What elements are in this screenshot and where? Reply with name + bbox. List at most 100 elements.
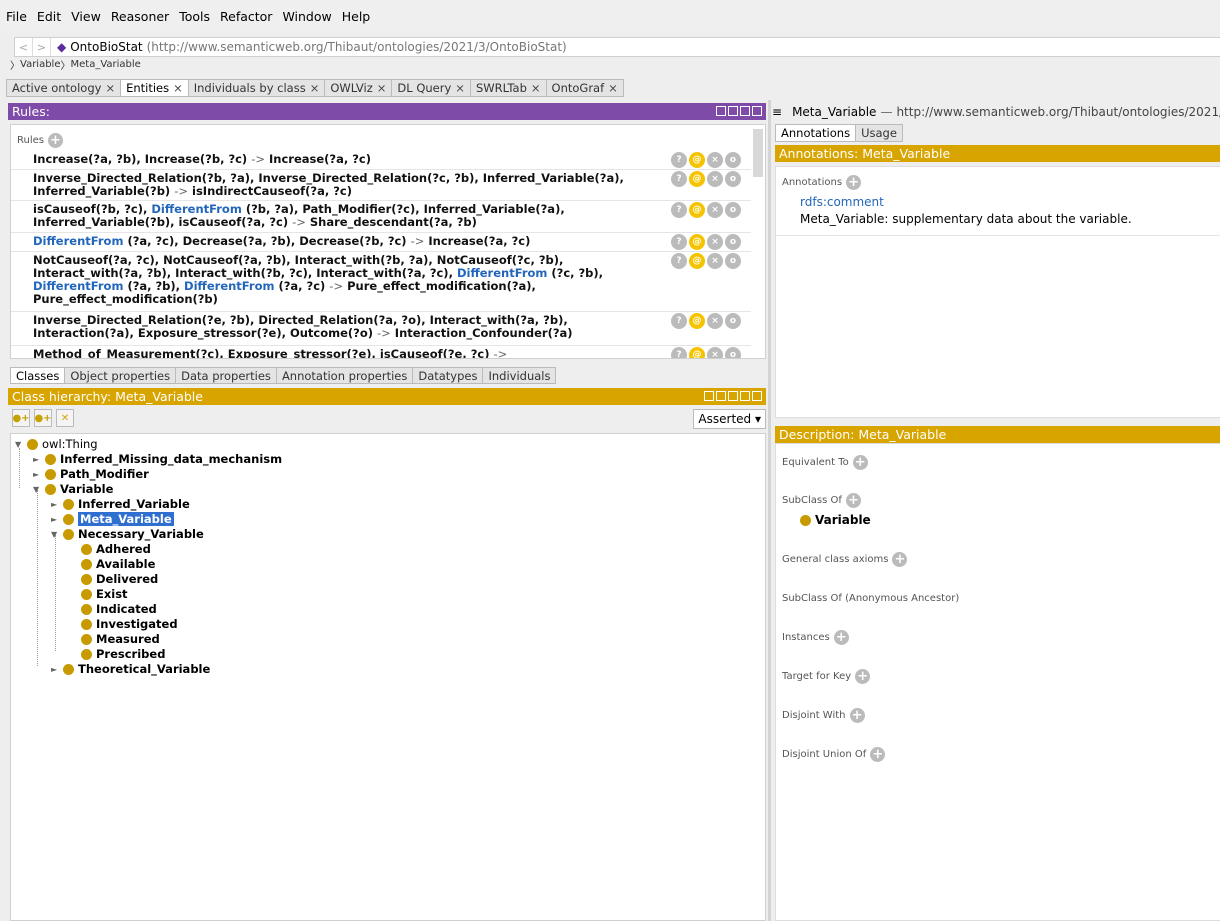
swrl-rule[interactable]: Method_of_Measurement(?c), Exposure_stre… <box>33 348 673 359</box>
tree-node[interactable]: Investigated <box>69 617 178 631</box>
tree-node[interactable]: ► Inferred_Missing_data_mechanism <box>33 452 282 466</box>
rule-help-icon[interactable]: ? <box>671 347 687 358</box>
swrl-rule[interactable]: DifferentFrom (?a, ?c), Decrease(?a, ?b)… <box>33 235 673 248</box>
panel-window-controls[interactable] <box>716 106 762 116</box>
tab-annotations[interactable]: Annotations <box>775 124 856 142</box>
expand-icon[interactable]: ► <box>33 455 45 464</box>
tree-node[interactable]: Exist <box>69 587 128 601</box>
rule-annotate-icon[interactable]: @ <box>689 171 705 187</box>
forward-button[interactable]: > <box>33 38 51 56</box>
rule-delete-icon[interactable]: × <box>707 202 723 218</box>
rule-edit-icon[interactable]: o <box>725 347 741 358</box>
rule-edit-icon[interactable]: o <box>725 234 741 250</box>
rule-help-icon[interactable]: ? <box>671 202 687 218</box>
tree-node[interactable]: Measured <box>69 632 160 646</box>
expand-icon[interactable]: ► <box>33 470 45 479</box>
add-disjoint-union-icon[interactable]: + <box>870 747 886 762</box>
expand-icon[interactable]: ► <box>51 515 63 524</box>
menu-item-view[interactable]: View <box>71 9 101 24</box>
add-disjoint-icon[interactable]: + <box>849 708 865 723</box>
tree-node[interactable]: Prescribed <box>69 647 165 661</box>
menu-item-edit[interactable]: Edit <box>37 9 61 24</box>
rule-help-icon[interactable]: ? <box>671 171 687 187</box>
rule-annotate-icon[interactable]: @ <box>689 202 705 218</box>
tree-node[interactable]: ► Theoretical_Variable <box>51 662 210 676</box>
rule-edit-icon[interactable]: o <box>725 152 741 168</box>
expand-icon[interactable]: ► <box>51 665 63 674</box>
annotation-property[interactable]: rdfs:comment <box>800 195 884 209</box>
tab-annotation-properties[interactable]: Annotation properties <box>275 367 413 384</box>
tab-datatypes[interactable]: Datatypes <box>412 367 483 384</box>
swrl-rule[interactable]: isCauseof(?b, ?c), DifferentFrom (?b, ?a… <box>33 203 673 229</box>
swrl-rule[interactable]: Inverse_Directed_Relation(?b, ?a), Inver… <box>33 172 673 198</box>
rule-annotate-icon[interactable]: @ <box>689 234 705 250</box>
tab-object-properties[interactable]: Object properties <box>64 367 176 384</box>
rule-help-icon[interactable]: ? <box>671 313 687 329</box>
tab-entities[interactable]: Entities × <box>120 79 188 97</box>
rule-delete-icon[interactable]: × <box>707 171 723 187</box>
add-instance-icon[interactable]: + <box>833 630 849 645</box>
expand-icon[interactable]: ► <box>51 500 63 509</box>
swrl-rule[interactable]: Increase(?a, ?b), Increase(?b, ?c) -> In… <box>33 153 673 166</box>
rule-delete-icon[interactable]: × <box>707 313 723 329</box>
close-tab-icon[interactable]: × <box>173 81 183 95</box>
rule-delete-icon[interactable]: × <box>707 253 723 269</box>
rule-delete-icon[interactable]: × <box>707 152 723 168</box>
swrl-rule[interactable]: Inverse_Directed_Relation(?e, ?b), Direc… <box>33 314 673 340</box>
split-pane-divider[interactable] <box>768 100 771 921</box>
subclass-of-value[interactable]: Variable <box>800 513 871 527</box>
close-tab-icon[interactable]: × <box>105 81 115 95</box>
close-tab-icon[interactable]: × <box>531 81 541 95</box>
rule-help-icon[interactable]: ? <box>671 152 687 168</box>
add-axiom-icon[interactable]: + <box>892 552 908 567</box>
tree-node[interactable]: ▼ Necessary_Variable <box>51 527 204 541</box>
rule-annotate-icon[interactable]: @ <box>689 313 705 329</box>
close-tab-icon[interactable]: × <box>608 81 618 95</box>
collapse-icon[interactable]: ▼ <box>15 440 27 449</box>
add-equivalent-icon[interactable]: + <box>852 455 868 470</box>
tab-owlviz[interactable]: OWLViz × <box>324 79 392 97</box>
rule-annotate-icon[interactable]: @ <box>689 253 705 269</box>
tree-node[interactable]: Delivered <box>69 572 158 586</box>
panel-window-controls[interactable] <box>704 391 762 401</box>
rule-edit-icon[interactable]: o <box>725 171 741 187</box>
tab-individuals-by-class[interactable]: Individuals by class × <box>187 79 325 97</box>
menu-item-help[interactable]: Help <box>342 9 371 24</box>
back-button[interactable]: < <box>15 38 33 56</box>
tree-node[interactable]: Adhered <box>69 542 151 556</box>
collapse-icon[interactable]: ▼ <box>33 485 45 494</box>
add-sibling-class-icon[interactable]: ●+ <box>34 409 52 427</box>
hierarchy-mode-select[interactable]: Asserted ▾ <box>693 409 766 429</box>
rule-edit-icon[interactable]: o <box>725 253 741 269</box>
rule-annotate-icon[interactable]: @ <box>689 152 705 168</box>
add-key-icon[interactable]: + <box>855 669 871 684</box>
tab-usage[interactable]: Usage <box>855 124 903 142</box>
hamburger-menu-icon[interactable]: ≡ <box>772 105 782 119</box>
rule-annotate-icon[interactable]: @ <box>689 347 705 358</box>
add-subclass-icon[interactable]: ●+ <box>12 409 30 427</box>
add-rule-icon[interactable]: + <box>47 133 63 148</box>
tab-data-properties[interactable]: Data properties <box>175 367 276 384</box>
rules-scrollbar[interactable] <box>753 129 763 177</box>
tree-node[interactable]: Available <box>69 557 155 571</box>
collapse-icon[interactable]: ▼ <box>51 530 63 539</box>
tree-node[interactable]: ► Inferred_Variable <box>51 497 190 511</box>
breadcrumb-item[interactable]: Variable <box>20 59 61 70</box>
tab-individuals[interactable]: Individuals <box>482 367 557 384</box>
rule-edit-icon[interactable]: o <box>725 202 741 218</box>
close-tab-icon[interactable]: × <box>455 81 465 95</box>
tab-dl-query[interactable]: DL Query × <box>391 79 470 97</box>
tree-node[interactable]: Indicated <box>69 602 157 616</box>
menu-item-tools[interactable]: Tools <box>179 9 210 24</box>
tree-node[interactable]: ► Meta_Variable <box>51 512 174 526</box>
close-tab-icon[interactable]: × <box>377 81 387 95</box>
add-superclass-icon[interactable]: + <box>845 493 861 508</box>
rule-edit-icon[interactable]: o <box>725 313 741 329</box>
tab-active-ontology[interactable]: Active ontology × <box>6 79 121 97</box>
rule-help-icon[interactable]: ? <box>671 234 687 250</box>
add-annotation-icon[interactable]: + <box>846 175 862 190</box>
tree-node[interactable]: ▼ owl:Thing <box>15 437 98 451</box>
tab-ontograf[interactable]: OntoGraf × <box>545 79 624 97</box>
tab-classes[interactable]: Classes <box>10 367 65 384</box>
rule-help-icon[interactable]: ? <box>671 253 687 269</box>
